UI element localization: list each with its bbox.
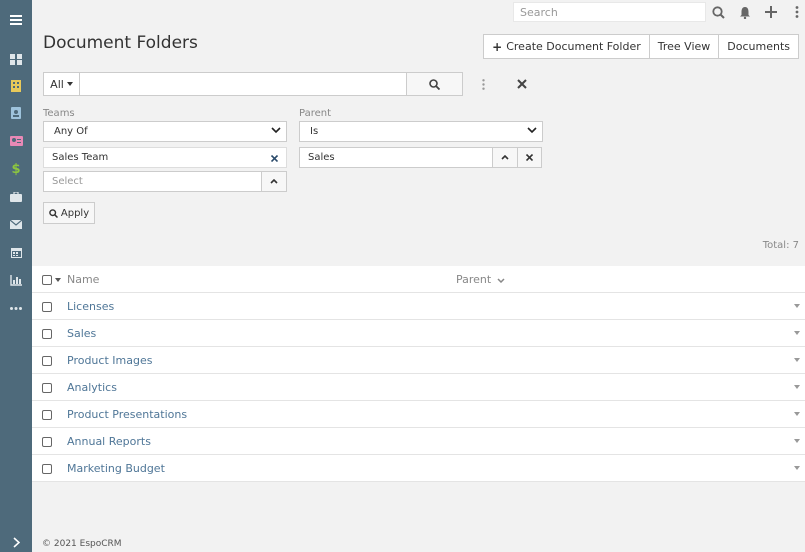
search-icon — [429, 78, 440, 90]
column-parent-label: Parent — [456, 273, 492, 286]
sidebar: $ — [0, 0, 32, 552]
apply-button[interactable]: Apply — [43, 202, 95, 224]
table-row: Annual Reports — [32, 428, 805, 455]
dashboard-icon[interactable] — [0, 49, 32, 69]
bell-icon[interactable] — [736, 3, 754, 21]
team-select-input[interactable]: Select — [43, 171, 262, 192]
reset-filter-icon[interactable] — [515, 77, 529, 91]
row-name-link[interactable]: Licenses — [67, 300, 114, 313]
parent-label: Parent — [299, 108, 332, 119]
chevron-up-icon — [501, 155, 509, 160]
record-list: Name Parent Licenses Sales Product Image… — [32, 266, 805, 482]
apply-label: Apply — [60, 207, 90, 219]
parent-value-input[interactable]: Sales — [299, 147, 493, 168]
row-actions-caret-icon[interactable] — [794, 439, 800, 443]
calendar-icon[interactable] — [0, 242, 32, 262]
close-icon — [526, 154, 533, 161]
search-button[interactable] — [406, 72, 463, 96]
team-select-placeholder: Select — [52, 176, 83, 187]
cases-icon[interactable] — [0, 187, 32, 207]
chevron-up-icon — [270, 179, 278, 184]
teams-operator-select[interactable]: Any Of — [43, 121, 287, 142]
table-row: Sales — [32, 320, 805, 347]
text-filter-input[interactable] — [79, 72, 408, 96]
list-header: Name Parent — [32, 266, 805, 293]
row-actions-caret-icon[interactable] — [794, 358, 800, 362]
email-icon[interactable] — [0, 214, 32, 234]
row-name-link[interactable]: Annual Reports — [67, 435, 151, 448]
tree-view-button[interactable]: Tree View — [648, 34, 720, 59]
table-row: Product Images — [32, 347, 805, 374]
total-count: Total: 7 — [762, 240, 799, 251]
parent-clear-button[interactable] — [517, 147, 542, 168]
row-actions-caret-icon[interactable] — [794, 304, 800, 308]
global-search-input[interactable] — [513, 2, 706, 22]
row-actions-caret-icon[interactable] — [794, 412, 800, 416]
team-chip: Sales Team — [43, 147, 287, 168]
row-checkbox[interactable] — [42, 356, 52, 366]
parent-operator-select[interactable]: Is — [299, 121, 543, 142]
plus-icon[interactable] — [762, 3, 780, 21]
teams-label: Teams — [43, 108, 75, 119]
opportunities-icon[interactable]: $ — [0, 159, 32, 179]
expand-icon[interactable] — [0, 532, 32, 552]
row-checkbox[interactable] — [42, 383, 52, 393]
select-menu-caret-icon[interactable] — [55, 278, 61, 282]
caret-down-icon — [66, 82, 73, 86]
select-all-checkbox[interactable] — [42, 275, 52, 285]
top-bar — [32, 0, 805, 24]
sort-chevron-icon — [497, 278, 505, 284]
footer-copyright: © 2021 EspoCRM — [42, 539, 122, 549]
kebab-menu-icon[interactable] — [788, 3, 805, 21]
table-row: Analytics — [32, 374, 805, 401]
parent-value: Sales — [308, 152, 335, 163]
teams-operator-value: Any Of — [54, 126, 88, 137]
search-icon — [49, 208, 58, 218]
column-parent[interactable]: Parent — [456, 273, 505, 286]
create-document-folder-button[interactable]: + Create Document Folder — [483, 34, 650, 59]
scope-label: All — [50, 77, 64, 91]
row-actions-caret-icon[interactable] — [794, 331, 800, 335]
row-checkbox[interactable] — [42, 464, 52, 474]
footer: © 2021 EspoCRM — [32, 535, 805, 552]
scope-dropdown[interactable]: All — [43, 72, 80, 96]
row-actions-caret-icon[interactable] — [794, 466, 800, 470]
row-name-link[interactable]: Marketing Budget — [67, 462, 165, 475]
create-button-label: Create Document Folder — [506, 40, 641, 53]
menu-icon[interactable] — [0, 10, 32, 30]
row-checkbox[interactable] — [42, 437, 52, 447]
page-title: Document Folders — [43, 33, 198, 53]
team-chip-label: Sales Team — [52, 152, 109, 163]
table-row: Product Presentations — [32, 401, 805, 428]
column-name[interactable]: Name — [67, 273, 99, 286]
row-checkbox[interactable] — [42, 410, 52, 420]
row-actions-caret-icon[interactable] — [794, 385, 800, 389]
plus-icon: + — [492, 39, 503, 54]
parent-select-button[interactable] — [492, 147, 518, 168]
filter-menu-icon[interactable] — [477, 76, 489, 92]
chevron-down-icon — [527, 127, 537, 134]
header-actions: + Create Document Folder Tree View Docum… — [483, 34, 799, 59]
contacts-icon[interactable] — [0, 103, 32, 123]
row-name-link[interactable]: Product Presentations — [67, 408, 187, 421]
parent-operator-value: Is — [310, 126, 319, 137]
row-name-link[interactable]: Analytics — [67, 381, 117, 394]
chevron-down-icon — [271, 127, 281, 134]
row-checkbox[interactable] — [42, 302, 52, 312]
table-row: Marketing Budget — [32, 455, 805, 482]
more-icon[interactable] — [0, 298, 32, 318]
remove-team-icon[interactable] — [271, 155, 278, 162]
row-checkbox[interactable] — [42, 329, 52, 339]
search-icon[interactable] — [709, 3, 727, 21]
leads-icon[interactable] — [0, 131, 32, 151]
row-name-link[interactable]: Sales — [67, 327, 96, 340]
row-name-link[interactable]: Product Images — [67, 354, 152, 367]
accounts-icon[interactable] — [0, 76, 32, 96]
reports-icon[interactable] — [0, 270, 32, 290]
documents-button[interactable]: Documents — [718, 34, 799, 59]
team-select-button[interactable] — [261, 171, 287, 192]
table-row: Licenses — [32, 293, 805, 320]
